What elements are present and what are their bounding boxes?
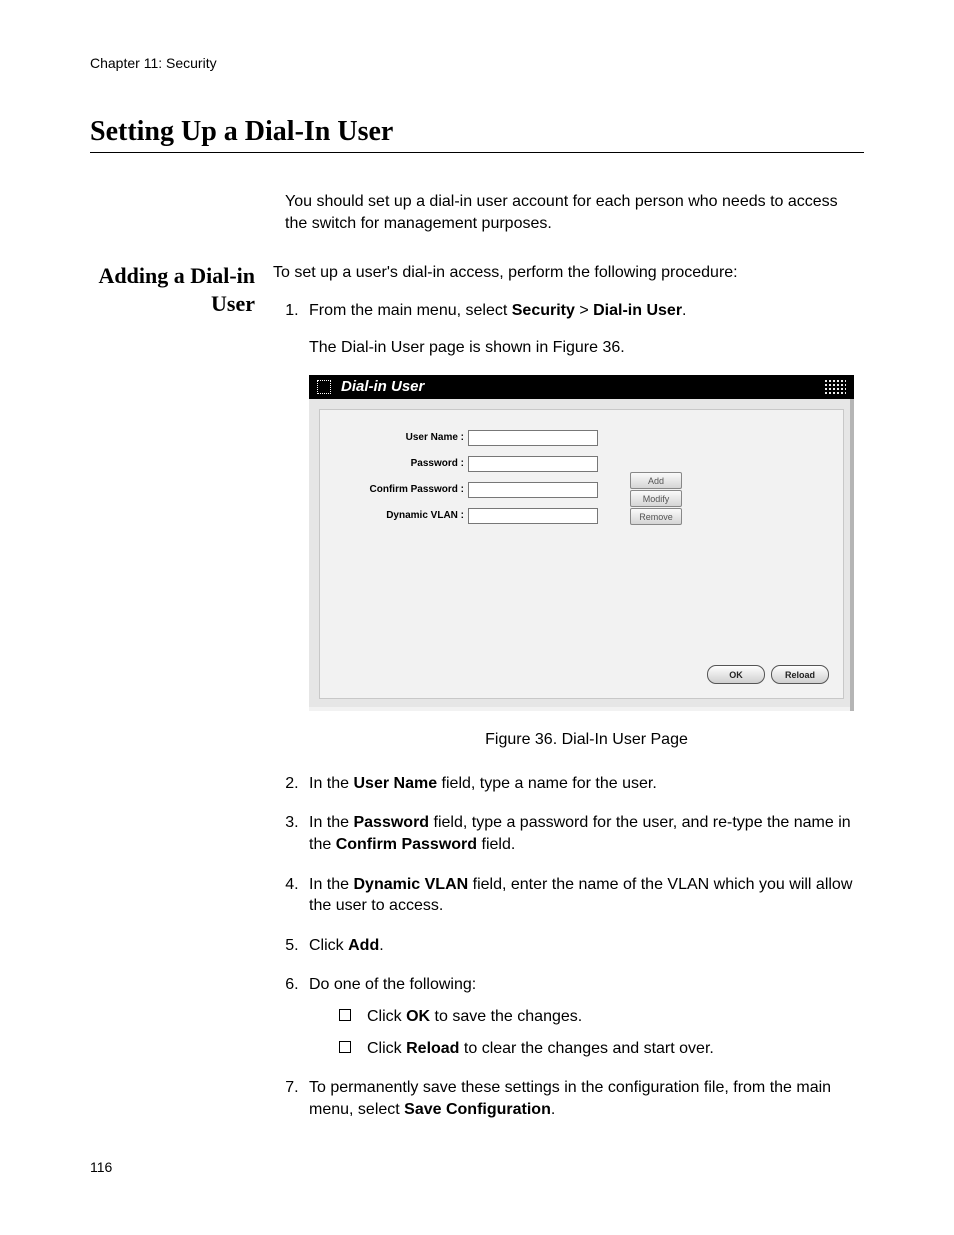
step-6: Do one of the following: Click OK to sav… (303, 974, 864, 1059)
bottom-button-row: OK Reload (707, 665, 829, 684)
user-name-field[interactable] (468, 430, 598, 446)
step-5: Click Add. (303, 935, 864, 957)
window-pattern-icon (824, 379, 846, 395)
window-title: Dial-in User (341, 377, 424, 397)
ok-button[interactable]: OK (707, 665, 765, 684)
figure-caption: Figure 36. Dial-In User Page (309, 729, 864, 751)
figure-dial-in-user: Dial-in User User Name : Password : (309, 375, 854, 711)
chapter-header: Chapter 11: Security (90, 55, 864, 71)
step-2: In the User Name field, type a name for … (303, 773, 864, 795)
body-column: To set up a user's dial-in access, perfo… (273, 262, 864, 1138)
label-password: Password : (334, 457, 468, 471)
step-6-options: Click OK to save the changes. Click Relo… (309, 1006, 864, 1059)
page-title: Setting Up a Dial-In User (90, 116, 864, 153)
step-3: In the Password field, type a password f… (303, 812, 864, 855)
reload-button[interactable]: Reload (771, 665, 829, 684)
label-username: User Name : (334, 431, 468, 445)
window-titlebar: Dial-in User (309, 375, 854, 399)
remove-button[interactable]: Remove (630, 508, 682, 525)
dynamic-vlan-field[interactable] (468, 508, 598, 524)
window-body: User Name : Password : Confirm Password … (319, 409, 844, 699)
modify-button[interactable]: Modify (630, 490, 682, 507)
step-1-note: The Dial-in User page is shown in Figure… (309, 337, 864, 359)
step-4: In the Dynamic VLAN field, enter the nam… (303, 874, 864, 917)
step-6b: Click Reload to clear the changes and st… (339, 1038, 864, 1060)
step-1: From the main menu, select Security > Di… (303, 300, 864, 751)
password-field[interactable] (468, 456, 598, 472)
window-ornament-icon (317, 380, 331, 394)
step-7: To permanently save these settings in th… (303, 1077, 864, 1120)
page-number: 116 (90, 1159, 112, 1175)
procedure-list: From the main menu, select Security > Di… (273, 300, 864, 1121)
lead-in: To set up a user's dial-in access, perfo… (273, 262, 864, 284)
add-button[interactable]: Add (630, 472, 682, 489)
step-6a: Click OK to save the changes. (339, 1006, 864, 1028)
confirm-password-field[interactable] (468, 482, 598, 498)
label-confirm-password: Confirm Password : (334, 483, 468, 497)
intro-paragraph: You should set up a dial-in user account… (285, 191, 864, 234)
section-label: Adding a Dial-in User (90, 262, 273, 317)
side-button-stack: Add Modify Remove (630, 472, 682, 525)
label-dynamic-vlan: Dynamic VLAN : (334, 509, 468, 523)
